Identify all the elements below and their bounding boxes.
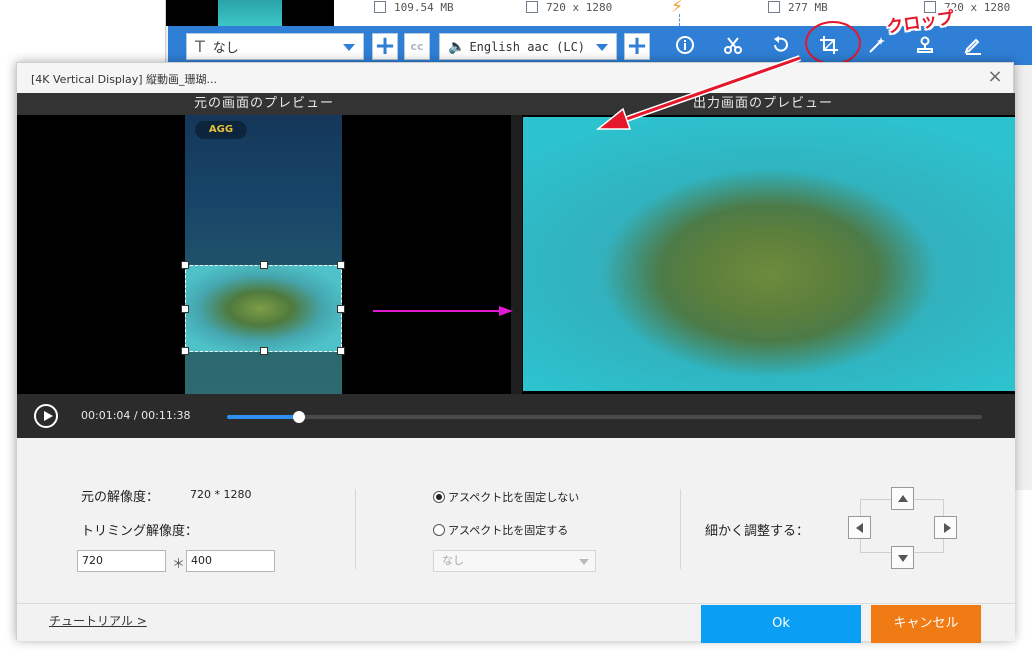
multiply-sign: ＊: [172, 557, 186, 572]
tutorial-link[interactable]: チュートリアル >: [49, 612, 147, 629]
channel-logo: AGG: [195, 121, 247, 139]
move-right-button[interactable]: [934, 516, 957, 539]
crop-handle-right[interactable]: [337, 305, 345, 313]
preview-area: 元の画面のプレビュー 出力画面のプレビュー AGG 00:01:04 / 00:…: [17, 93, 1015, 438]
resolution-left-text: 720 x 1280: [546, 0, 613, 14]
info-icon[interactable]: [672, 32, 698, 58]
crop-handle-top[interactable]: [260, 261, 268, 269]
arrow-down-icon: [898, 555, 908, 562]
file-size-right: 277 MB: [768, 0, 828, 14]
dialog-footer: チュートリアル > Ok キャンセル: [17, 603, 1015, 643]
chevron-down-icon: [579, 559, 589, 565]
divider: [355, 489, 356, 569]
current-time: 00:01:04: [81, 409, 131, 422]
file-size-right-text: 277 MB: [788, 0, 828, 14]
original-resolution-label: 元の解像度：: [81, 490, 160, 505]
crop-handle-top-left[interactable]: [181, 261, 189, 269]
resolution-right-text: 720 x 1280: [944, 0, 1011, 14]
radio-dot[interactable]: [433, 524, 445, 536]
divider: [680, 489, 681, 569]
close-icon[interactable]: ×: [985, 67, 1005, 87]
aspect-ratio-value: なし: [442, 554, 464, 567]
scissors-icon[interactable]: [720, 32, 746, 58]
speaker-icon: 🔈: [448, 38, 466, 55]
crop-settings-panel: 元の解像度： 720 * 1280 トリミング解像度： 720 ＊ 400 アス…: [17, 438, 1015, 603]
total-time: 00:11:38: [141, 409, 191, 422]
source-preview-pane: AGG: [17, 115, 513, 394]
dashed-divider: [679, 14, 680, 26]
rotate-icon[interactable]: [768, 32, 794, 58]
trim-width-input[interactable]: 720: [77, 550, 166, 572]
dialog-titlebar: [4K Vertical Display] 縦動画_珊瑚... ×: [17, 63, 1013, 93]
text-t-icon: T: [195, 37, 205, 56]
magic-wand-icon[interactable]: [864, 32, 890, 58]
lightning-icon: ⚡: [671, 0, 683, 17]
seek-handle[interactable]: [292, 411, 305, 423]
chevron-down-icon: [596, 44, 608, 51]
output-preview-pane: [522, 115, 1015, 394]
move-left-button[interactable]: [848, 516, 871, 539]
arrow-right-icon: [944, 523, 951, 533]
arrow-left-icon: [856, 523, 863, 533]
play-icon[interactable]: [34, 404, 58, 428]
radio-aspect-free[interactable]: アスペクト比を固定しない: [433, 489, 579, 505]
trim-resolution-label: トリミング解像度：: [81, 524, 199, 539]
arrow-up-icon: [898, 495, 908, 502]
source-preview-header: 元の画面のプレビュー: [17, 93, 511, 115]
radio-dot-selected[interactable]: [433, 491, 445, 503]
cc-icon[interactable]: cc: [404, 33, 430, 60]
add-subtitle-button[interactable]: +: [372, 33, 398, 60]
file-size-left-text: 109.54 MB: [394, 0, 454, 14]
crop-handle-top-right[interactable]: [337, 261, 345, 269]
dialog-title: [4K Vertical Display] 縦動画_珊瑚...: [31, 73, 217, 86]
file-icon: [768, 1, 780, 13]
edit-icon[interactable]: [960, 32, 986, 58]
crop-highlight-circle: [805, 21, 861, 65]
arrow-right-icon: [373, 306, 513, 316]
subtitle-select-value: なし: [212, 41, 239, 56]
radio-aspect-free-label: アスペクト比を固定しない: [448, 491, 580, 504]
player-controls: 00:01:04 / 00:11:38: [17, 394, 1015, 438]
crop-handle-bottom[interactable]: [260, 347, 268, 355]
time-display: 00:01:04 / 00:11:38: [81, 409, 191, 422]
original-resolution-value: 720 * 1280: [190, 488, 252, 501]
audio-track-select[interactable]: 🔈 English aac (LC): [439, 33, 617, 60]
radio-aspect-fixed[interactable]: アスペクト比を固定する: [433, 522, 568, 538]
crop-handle-bottom-right[interactable]: [337, 347, 345, 355]
thumbnail-image: [218, 0, 282, 26]
aspect-ratio-select[interactable]: なし: [433, 550, 596, 572]
ok-button[interactable]: Ok: [701, 605, 861, 643]
crop-selection-box[interactable]: [181, 261, 345, 355]
resolution-icon: [526, 1, 538, 13]
watermark-icon[interactable]: [912, 32, 938, 58]
video-thumbnail[interactable]: [166, 0, 334, 26]
crop-handle-left[interactable]: [181, 305, 189, 313]
add-audio-button[interactable]: +: [624, 33, 650, 60]
seek-bar[interactable]: [227, 411, 982, 423]
fine-adjust-label: 細かく調整する：: [705, 524, 810, 539]
resolution-left: 720 x 1280: [526, 0, 612, 14]
move-up-button[interactable]: [891, 487, 914, 510]
output-video-frame: [523, 117, 1015, 391]
dimmed-region-bottom: [185, 352, 342, 394]
output-preview-header: 出力画面のプレビュー: [511, 93, 1015, 115]
move-down-button[interactable]: [891, 546, 914, 569]
crop-dialog: [4K Vertical Display] 縦動画_珊瑚... × 元の画面のプ…: [16, 62, 1015, 643]
file-size-left: 109.54 MB: [374, 0, 454, 14]
chevron-down-icon: [343, 44, 355, 51]
subtitle-select[interactable]: T なし: [186, 33, 364, 60]
radio-aspect-fixed-label: アスペクト比を固定する: [448, 524, 569, 537]
audio-track-value: English aac (LC): [469, 39, 586, 54]
cancel-button[interactable]: キャンセル: [871, 605, 981, 643]
file-icon: [374, 1, 386, 13]
trim-height-input[interactable]: 400: [186, 550, 275, 572]
crop-handle-bottom-left[interactable]: [181, 347, 189, 355]
seek-bar-progress: [227, 415, 299, 419]
time-separator: /: [133, 409, 138, 422]
